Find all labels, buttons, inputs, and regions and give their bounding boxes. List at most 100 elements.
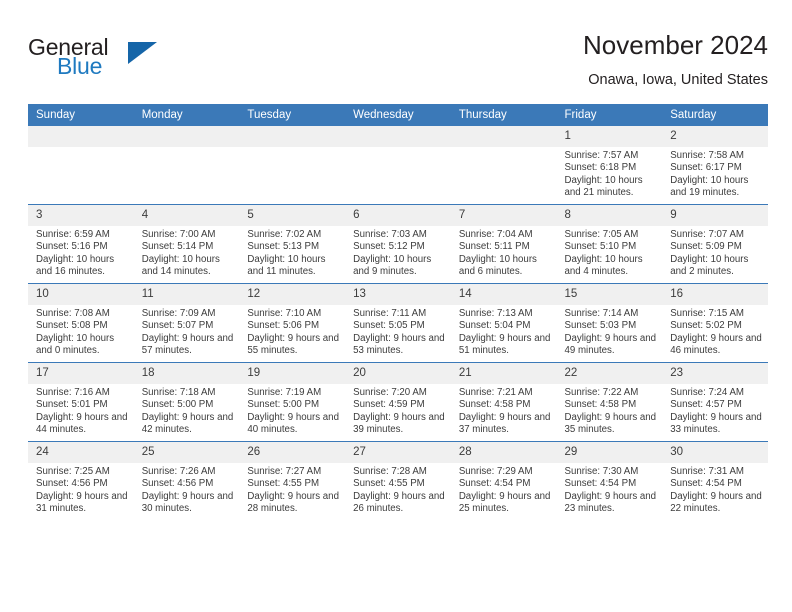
day-details: Sunrise: 7:31 AM Sunset: 4:54 PM Daylight:… [662,463,768,516]
calendar-day-cell[interactable]: 2 Sunrise: 7:58 AM Sunset: 6:17 PM Daylight… [662,126,768,205]
daylight-text: Daylight: 9 hours and 55 minutes. [247,332,339,357]
calendar-day-cell[interactable]: 21 Sunrise: 7:21 AM Sunset: 4:58 PM Dayligh… [450,362,557,442]
calendar-day-cell[interactable]: 5 Sunrise: 7:02 AM Sunset: 5:13 PM Daylight… [239,204,346,284]
day-details: Sunrise: 7:58 AM Sunset: 6:17 PM Daylight:… [662,147,768,200]
brand-logo[interactable]: General Blue [28,34,208,92]
sunset-text: Sunset: 5:07 PM [141,320,214,332]
calendar-week-row: 10 Sunrise: 7:08 AM Sunset: 5:08 PM Dayligh… [28,283,768,363]
sunset-text: Sunset: 4:56 PM [141,478,214,490]
sunset-text: Sunset: 4:59 PM [353,399,425,411]
daylight-text: Daylight: 9 hours and 57 minutes. [141,332,234,357]
sunrise-text: Sunrise: 7:10 AM [247,308,322,319]
calendar-day-cell[interactable]: 22 Sunrise: 7:22 AM Sunset: 4:58 PM Dayligh… [556,362,663,442]
sunset-text: Sunset: 4:56 PM [36,478,108,490]
daylight-text: Daylight: 9 hours and 49 minutes. [564,332,657,357]
calendar-day-cell[interactable]: 3 Sunrise: 6:59 AM Sunset: 5:16 PM Daylight… [28,204,134,284]
sunrise-text: Sunrise: 7:31 AM [670,466,744,477]
calendar-day-cell[interactable]: 7 Sunrise: 7:04 AM Sunset: 5:11 PM Daylight… [450,204,557,284]
calendar-day-cell[interactable]: 12 Sunrise: 7:10 AM Sunset: 5:06 PM Dayligh… [239,283,346,363]
sunset-text: Sunset: 4:55 PM [353,478,425,490]
calendar-day-cell[interactable]: 28 Sunrise: 7:29 AM Sunset: 4:54 PM Dayligh… [450,441,557,520]
calendar-day-cell[interactable]: 1 Sunrise: 7:57 AM Sunset: 6:18 PM Daylight… [556,126,663,205]
calendar-day-cell[interactable]: 25 Sunrise: 7:26 AM Sunset: 4:56 PM Dayligh… [133,441,240,520]
day-number: 27 [345,442,451,463]
sunrise-text: Sunrise: 7:18 AM [141,387,216,398]
calendar-day-cell[interactable]: 29 Sunrise: 7:30 AM Sunset: 4:54 PM Dayligh… [556,441,663,520]
day-number: 28 [450,442,557,463]
sunrise-text: Sunrise: 7:57 AM [564,150,639,161]
calendar-day-cell[interactable]: 16 Sunrise: 7:15 AM Sunset: 5:02 PM Dayligh… [662,283,768,363]
sunrise-text: Sunrise: 7:00 AM [141,229,216,240]
daylight-text: Daylight: 9 hours and 22 minutes. [670,490,762,515]
daylight-text: Daylight: 10 hours and 14 minutes. [141,253,220,278]
calendar-day-cell[interactable]: 4 Sunrise: 7:00 AM Sunset: 5:14 PM Daylight… [133,204,240,284]
calendar-day-cell-empty [239,126,346,205]
calendar-day-cell[interactable]: 18 Sunrise: 7:18 AM Sunset: 5:00 PM Dayligh… [133,362,240,442]
day-number [450,126,557,147]
day-details: Sunrise: 7:04 AM Sunset: 5:11 PM Daylight:… [451,226,557,279]
day-details: Sunrise: 7:02 AM Sunset: 5:13 PM Daylight:… [239,226,345,279]
day-number: 29 [556,442,663,463]
day-number [239,126,346,147]
calendar-day-cell[interactable]: 11 Sunrise: 7:09 AM Sunset: 5:07 PM Dayligh… [133,283,240,363]
calendar-day-cell[interactable]: 6 Sunrise: 7:03 AM Sunset: 5:12 PM Daylight… [345,204,451,284]
weekday-header-thursday: Thursday [450,104,557,126]
calendar-day-cell[interactable]: 24 Sunrise: 7:25 AM Sunset: 4:56 PM Dayligh… [28,441,134,520]
day-number: 19 [239,363,346,384]
day-details: Sunrise: 7:19 AM Sunset: 5:00 PM Daylight:… [239,384,345,437]
day-number: 20 [345,363,451,384]
calendar-day-cell-empty [133,126,240,205]
day-details: Sunrise: 7:10 AM Sunset: 5:06 PM Daylight:… [239,305,345,358]
calendar-day-cell[interactable]: 20 Sunrise: 7:20 AM Sunset: 4:59 PM Dayligh… [345,362,451,442]
calendar-day-cell[interactable]: 30 Sunrise: 7:31 AM Sunset: 4:54 PM Dayligh… [662,441,768,520]
day-details: Sunrise: 7:03 AM Sunset: 5:12 PM Daylight:… [345,226,451,279]
day-details: Sunrise: 7:07 AM Sunset: 5:09 PM Daylight:… [662,226,768,279]
sunrise-text: Sunrise: 7:21 AM [458,387,533,398]
calendar-day-cell[interactable]: 15 Sunrise: 7:14 AM Sunset: 5:03 PM Dayligh… [556,283,663,363]
sunset-text: Sunset: 5:13 PM [247,241,320,253]
daylight-text: Daylight: 10 hours and 2 minutes. [670,253,749,278]
sunrise-text: Sunrise: 7:08 AM [36,308,110,319]
calendar-week-row: 3 Sunrise: 6:59 AM Sunset: 5:16 PM Daylight… [28,204,768,284]
sunrise-text: Sunrise: 7:11 AM [353,308,427,319]
day-details: Sunrise: 7:20 AM Sunset: 4:59 PM Daylight:… [345,384,451,437]
daylight-text: Daylight: 9 hours and 23 minutes. [564,490,657,515]
day-number: 22 [556,363,663,384]
daylight-text: Daylight: 9 hours and 37 minutes. [458,411,551,436]
day-number: 2 [662,126,768,147]
calendar-day-cell[interactable]: 19 Sunrise: 7:19 AM Sunset: 5:00 PM Dayligh… [239,362,346,442]
sunset-text: Sunset: 5:16 PM [36,241,108,253]
calendar-day-cell[interactable]: 8 Sunrise: 7:05 AM Sunset: 5:10 PM Daylight… [556,204,663,284]
daylight-text: Daylight: 10 hours and 16 minutes. [36,253,115,278]
day-number: 24 [28,442,134,463]
calendar-day-cell[interactable]: 13 Sunrise: 7:11 AM Sunset: 5:05 PM Dayligh… [345,283,451,363]
day-details: Sunrise: 7:14 AM Sunset: 5:03 PM Daylight:… [557,305,663,358]
day-number: 30 [662,442,768,463]
sunrise-text: Sunrise: 7:24 AM [670,387,744,398]
day-details: Sunrise: 7:08 AM Sunset: 5:08 PM Daylight:… [28,305,134,358]
calendar-day-cell[interactable]: 27 Sunrise: 7:28 AM Sunset: 4:55 PM Dayligh… [345,441,451,520]
calendar-day-cell-empty [345,126,451,205]
day-number: 10 [28,284,134,305]
calendar-day-cell[interactable]: 26 Sunrise: 7:27 AM Sunset: 4:55 PM Dayligh… [239,441,346,520]
calendar-day-cell[interactable]: 10 Sunrise: 7:08 AM Sunset: 5:08 PM Dayligh… [28,283,134,363]
title-block: November 2024 Onawa, Iowa, United States [583,28,768,91]
day-details: Sunrise: 7:16 AM Sunset: 5:01 PM Daylight:… [28,384,134,437]
sunrise-text: Sunrise: 7:28 AM [353,466,427,477]
day-details: Sunrise: 7:00 AM Sunset: 5:14 PM Daylight:… [134,226,240,279]
sunset-text: Sunset: 4:54 PM [458,478,531,490]
day-number: 23 [662,363,768,384]
weekday-header-row: Sunday Monday Tuesday Wednesday Thursday… [28,104,768,126]
calendar-day-cell[interactable]: 9 Sunrise: 7:07 AM Sunset: 5:09 PM Daylight… [662,204,768,284]
page-header: General Blue November 2024 Onawa, Iowa, … [28,28,768,98]
calendar-day-cell[interactable]: 17 Sunrise: 7:16 AM Sunset: 5:01 PM Dayligh… [28,362,134,442]
day-number: 3 [28,205,134,226]
sunset-text: Sunset: 4:54 PM [670,478,742,490]
calendar-day-cell[interactable]: 14 Sunrise: 7:13 AM Sunset: 5:04 PM Dayligh… [450,283,557,363]
location-subtitle: Onawa, Iowa, United States [588,72,768,88]
sunset-text: Sunset: 5:10 PM [564,241,637,253]
calendar-day-cell[interactable]: 23 Sunrise: 7:24 AM Sunset: 4:57 PM Dayligh… [662,362,768,442]
sunset-text: Sunset: 6:18 PM [564,162,637,174]
day-number: 16 [662,284,768,305]
sunset-text: Sunset: 5:08 PM [36,320,108,332]
